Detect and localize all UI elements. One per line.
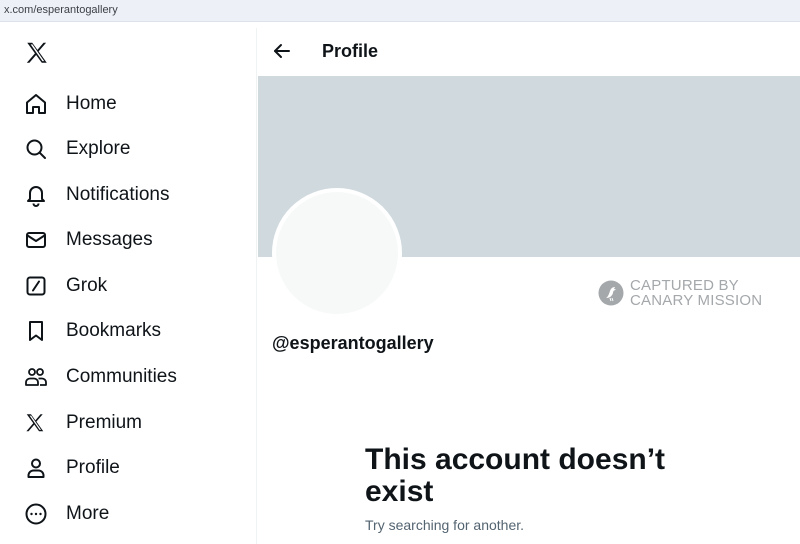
home-icon — [18, 91, 54, 117]
sidebar-item-label: Profile — [66, 457, 120, 478]
sidebar-item-more[interactable]: More — [18, 494, 248, 534]
person-icon — [18, 455, 54, 481]
sidebar-item-grok[interactable]: Grok — [18, 266, 248, 306]
sidebar-item-label: Messages — [66, 229, 153, 250]
arrow-left-icon — [274, 44, 290, 58]
sidebar-item-label: Communities — [66, 366, 177, 387]
page-title: Profile — [322, 41, 379, 61]
sidebar-item-label: Premium — [66, 412, 143, 433]
sidebar-item-notifications[interactable]: Notifications — [18, 175, 248, 215]
sidebar-item-explore[interactable]: Explore — [18, 129, 248, 169]
avatar — [272, 188, 402, 318]
watermark-line: CAPTURED BY — [630, 277, 739, 294]
empty-state-title: This account doesn’t exist — [365, 443, 666, 508]
empty-state-subtitle: Try searching for another. — [365, 517, 525, 533]
url-text[interactable]: x.com/esperantogallery — [4, 4, 118, 16]
sidebar-item-label: Home — [66, 93, 117, 114]
sidebar-item-home[interactable]: Home — [18, 84, 248, 124]
sidebar-item-label: Grok — [66, 275, 108, 296]
bell-icon — [18, 182, 54, 208]
sidebar-item-bookmarks[interactable]: Bookmarks — [18, 311, 248, 351]
sidebar-item-label: Explore — [66, 138, 131, 159]
grok-icon — [18, 273, 54, 299]
canary-mission-watermark: CAPTURED BY CANARY MISSION — [598, 278, 762, 308]
sidebar-item-label: More — [66, 503, 110, 524]
bookmark-icon — [18, 318, 54, 344]
x-logo-icon — [18, 410, 54, 436]
watermark-line: CANARY MISSION — [630, 292, 763, 309]
sidebar-item-messages[interactable]: Messages — [18, 220, 248, 260]
sidebar-item-label: Bookmarks — [66, 320, 162, 341]
x-logo-icon[interactable] — [24, 40, 50, 66]
browser-url-bar[interactable]: x.com/esperantogallery — [0, 0, 800, 22]
sidebar-item-profile[interactable]: Profile — [18, 448, 248, 488]
back-button[interactable] — [270, 39, 294, 63]
profile-column: Profile CAPTURED BY CANARY MISSION @espe… — [258, 28, 800, 544]
more-circle-icon — [18, 501, 54, 527]
profile-header: Profile — [258, 28, 800, 75]
canary-bird-logo-icon — [598, 280, 624, 306]
search-icon — [18, 136, 54, 162]
sidebar-item-label: Notifications — [66, 184, 170, 205]
envelope-icon — [18, 227, 54, 253]
sidebar-item-premium[interactable]: Premium — [18, 403, 248, 443]
communities-icon — [18, 364, 54, 390]
sidebar: Home Explore Notifications Messages Grok… — [0, 28, 257, 544]
sidebar-item-communities[interactable]: Communities — [18, 357, 248, 397]
profile-handle: @esperantogallery — [272, 333, 434, 353]
